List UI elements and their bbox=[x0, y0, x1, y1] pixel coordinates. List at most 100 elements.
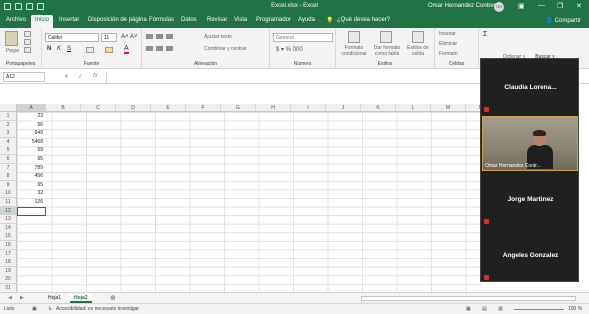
conditional-format-icon[interactable] bbox=[348, 31, 360, 43]
group-portapapeles: Pegar Portapapeles bbox=[0, 28, 42, 68]
format-table-icon[interactable] bbox=[380, 31, 392, 43]
tell-me-search[interactable]: ¿Qué desea hacer? bbox=[337, 17, 390, 23]
cell-styles-button[interactable]: Estilos de celda bbox=[406, 45, 430, 57]
sheet-tab-hoja1[interactable]: Hoja1 bbox=[44, 294, 65, 303]
video-call-panel: Claudia Lorena... Omar Hernandez Contr..… bbox=[480, 58, 579, 282]
group-celdas: Insertar Eliminar Formato Celdas bbox=[435, 28, 479, 68]
column-header-k[interactable]: K bbox=[361, 104, 396, 112]
select-all-corner[interactable] bbox=[0, 104, 17, 112]
participant-tile[interactable]: Claudia Lorena... bbox=[481, 59, 580, 115]
status-bar: Listo ▣ ♿ Accesibilidad: es necesario in… bbox=[0, 303, 589, 314]
column-header-i[interactable]: I bbox=[291, 104, 326, 112]
participant-tile[interactable]: Jorge Martinez bbox=[481, 171, 580, 227]
column-header-m[interactable]: M bbox=[431, 104, 466, 112]
autosum-icon[interactable]: Σ bbox=[483, 31, 487, 38]
tab-insertar[interactable]: Insertar bbox=[59, 17, 79, 23]
page-layout-icon[interactable]: ▤ bbox=[482, 306, 487, 312]
zoom-slider[interactable] bbox=[514, 309, 564, 310]
font-name-select[interactable]: Calibri bbox=[45, 33, 99, 42]
column-header-b[interactable]: B bbox=[46, 104, 81, 112]
insert-function-icon[interactable]: fx bbox=[93, 73, 98, 79]
currency-icon[interactable]: $ ▾ % 000 bbox=[276, 46, 303, 53]
participant-name: Omar Hernandez Contr... bbox=[485, 163, 541, 169]
group-numero: General $ ▾ % 000 Número bbox=[270, 28, 336, 68]
tab-vista[interactable]: Vista bbox=[234, 17, 247, 23]
prev-sheet-icon[interactable]: ◀ bbox=[4, 294, 16, 303]
formula-input[interactable] bbox=[106, 71, 478, 83]
tab-ayuda[interactable]: Ayuda bbox=[298, 17, 315, 23]
wrap-text-button[interactable]: Ajustar texto bbox=[204, 34, 232, 40]
name-box[interactable]: A12 bbox=[3, 72, 45, 82]
close-icon[interactable]: ✕ bbox=[576, 2, 582, 10]
format-table-button[interactable]: Dar formato como tabla bbox=[372, 45, 402, 57]
page-break-icon[interactable]: ▥ bbox=[498, 306, 503, 312]
column-header-c[interactable]: C bbox=[81, 104, 116, 112]
participant-video-tile[interactable]: Omar Hernandez Contr... bbox=[482, 116, 578, 171]
column-header-l[interactable]: L bbox=[396, 104, 431, 112]
share-button[interactable]: 👤 Compartir bbox=[546, 17, 581, 24]
column-header-f[interactable]: F bbox=[186, 104, 221, 112]
group-alineacion: Ajustar texto Combinar y centrar Alineac… bbox=[142, 28, 270, 68]
minimize-icon[interactable]: — bbox=[538, 2, 545, 9]
maximize-icon[interactable]: ❐ bbox=[557, 2, 563, 10]
next-sheet-icon[interactable]: ▶ bbox=[16, 294, 28, 303]
grow-font-icon[interactable]: A˄ A˅ bbox=[121, 34, 137, 40]
column-header-e[interactable]: E bbox=[151, 104, 186, 112]
copy-icon[interactable] bbox=[24, 39, 31, 45]
italic-icon[interactable]: K bbox=[57, 46, 61, 52]
paste-icon[interactable] bbox=[5, 31, 18, 46]
align-left-icons[interactable] bbox=[146, 46, 174, 51]
normal-view-icon[interactable]: ▦ bbox=[466, 306, 471, 312]
column-header-j[interactable]: J bbox=[326, 104, 361, 112]
fill-color-icon[interactable] bbox=[105, 47, 113, 53]
column-header-g[interactable]: G bbox=[221, 104, 256, 112]
tab-revisar[interactable]: Revisar bbox=[207, 17, 227, 23]
cut-icon[interactable] bbox=[24, 31, 31, 37]
enter-icon[interactable]: ✓ bbox=[78, 73, 83, 80]
borders-icon[interactable] bbox=[86, 47, 94, 53]
tab-disposicion[interactable]: Disposición de página bbox=[88, 17, 147, 23]
tab-formulas[interactable]: Fórmulas bbox=[149, 17, 174, 23]
number-format-select[interactable]: General bbox=[273, 33, 333, 42]
font-size-select[interactable]: 11 bbox=[101, 33, 117, 42]
format-cells-button[interactable]: Formato bbox=[439, 51, 458, 57]
tab-inicio[interactable]: Inicio bbox=[31, 15, 54, 28]
tab-programador[interactable]: Programador bbox=[256, 17, 291, 23]
group-label: Celdas bbox=[448, 61, 465, 67]
zoom-level[interactable]: 100 % bbox=[568, 306, 582, 312]
macro-record-icon[interactable]: ▣ bbox=[32, 306, 37, 312]
user-name[interactable]: Omar Hernandez Contreras bbox=[428, 3, 502, 9]
avatar[interactable]: OH bbox=[494, 2, 504, 12]
group-fuente: Calibri 11 A˄ A˅ N K S A Fuente bbox=[42, 28, 142, 68]
tab-datos[interactable]: Datos bbox=[181, 17, 197, 23]
lightbulb-icon: 💡 bbox=[326, 18, 334, 24]
cell-grid[interactable] bbox=[17, 112, 481, 292]
group-estilos: Formato condicional Dar formato como tab… bbox=[336, 28, 435, 68]
column-header-h[interactable]: H bbox=[256, 104, 291, 112]
column-header-a[interactable]: A bbox=[17, 104, 46, 112]
tab-archivo[interactable]: Archivo bbox=[6, 17, 26, 23]
ribbon-display-icon[interactable]: ▣ bbox=[518, 2, 525, 10]
format-painter-icon[interactable] bbox=[24, 47, 31, 53]
delete-cells-button[interactable]: Eliminar bbox=[439, 41, 457, 47]
column-header-d[interactable]: D bbox=[116, 104, 151, 112]
add-sheet-icon[interactable]: ⊕ bbox=[106, 294, 120, 303]
horizontal-scrollbar[interactable] bbox=[361, 296, 576, 301]
participant-tile[interactable]: Angeles Gonzalez bbox=[481, 227, 580, 283]
sheet-tab-hoja2[interactable]: Hoja2 bbox=[70, 294, 92, 303]
underline-icon[interactable]: S bbox=[67, 46, 71, 52]
cell-styles-icon[interactable] bbox=[412, 31, 424, 43]
font-color-icon[interactable]: A bbox=[124, 45, 129, 54]
conditional-format-button[interactable]: Formato condicional bbox=[338, 45, 370, 57]
align-top-icons[interactable] bbox=[146, 34, 174, 39]
paste-label: Pegar bbox=[6, 48, 20, 54]
share-icon: 👤 bbox=[545, 18, 555, 24]
active-cell-selection[interactable] bbox=[17, 207, 46, 216]
merge-center-button[interactable]: Combinar y centrar bbox=[204, 46, 247, 52]
accessibility-icon[interactable]: ♿ bbox=[48, 306, 52, 312]
bold-icon[interactable]: N bbox=[47, 46, 51, 52]
cancel-icon[interactable]: ✕ bbox=[64, 73, 69, 80]
insert-cells-button[interactable]: Insertar bbox=[439, 31, 456, 37]
muted-mic-icon bbox=[484, 275, 489, 280]
accessibility-status[interactable]: Accesibilidad: es necesario investigar bbox=[56, 306, 139, 312]
